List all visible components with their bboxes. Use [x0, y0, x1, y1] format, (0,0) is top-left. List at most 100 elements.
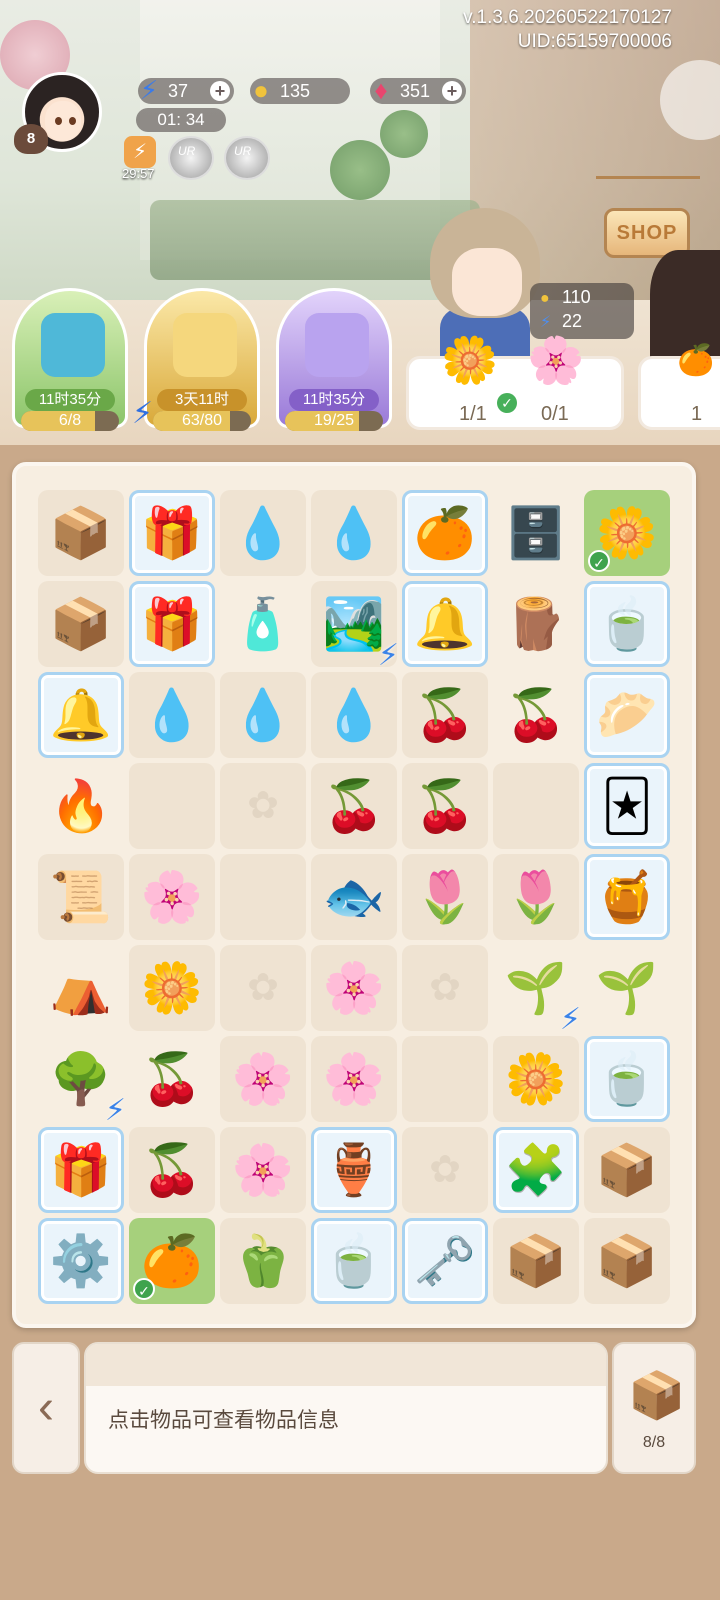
event-planet[interactable]: 11时35分 19/25: [276, 288, 392, 431]
board-item[interactable]: 🍵: [584, 1036, 670, 1122]
board-item[interactable]: 🍵: [584, 581, 670, 667]
board-item[interactable]: 📦: [38, 490, 124, 576]
board-item[interactable]: 🌷: [402, 854, 488, 940]
board-item[interactable]: 🔥: [38, 763, 124, 849]
inventory-button[interactable]: 📦 8/8: [612, 1342, 696, 1474]
board-item[interactable]: 🌷: [493, 854, 579, 940]
item-icon: 🪵: [504, 596, 568, 652]
player-level-badge: 8: [14, 124, 48, 154]
board-item[interactable]: 🌸: [220, 1036, 306, 1122]
board-item[interactable]: 📦: [38, 581, 124, 667]
board-item[interactable]: 🏞️ ⚡: [311, 581, 399, 671]
board-item[interactable]: 💧: [220, 672, 306, 758]
item-icon: 🌸: [231, 1051, 295, 1107]
board-empty-cell[interactable]: [129, 763, 215, 849]
ur-card-slot-2[interactable]: UR: [224, 136, 270, 180]
board-item[interactable]: ✿: [220, 763, 306, 849]
board-item[interactable]: 🪵: [493, 581, 579, 667]
board-item[interactable]: 🍒: [311, 763, 397, 849]
board-item[interactable]: ⛺: [38, 945, 124, 1031]
item-icon: 🍒: [322, 778, 386, 834]
board-item[interactable]: 🌱: [584, 945, 670, 1031]
energy-icon: ⚡: [139, 75, 159, 105]
board-item[interactable]: 🌼: [493, 1036, 579, 1122]
item-icon: 🍒: [413, 687, 477, 743]
board-item[interactable]: 🌸: [311, 1036, 397, 1122]
board-item[interactable]: ⚙️: [38, 1218, 124, 1304]
board-item[interactable]: 🍯: [584, 854, 670, 940]
bolt-icon: ⚡: [104, 1094, 126, 1127]
board-item[interactable]: 🔔: [38, 672, 124, 758]
add-gems-button[interactable]: +: [442, 81, 462, 101]
board-item[interactable]: 🧴: [220, 581, 306, 667]
board-item[interactable]: 💧: [220, 490, 306, 576]
item-icon: ✿: [429, 967, 461, 1009]
board-item[interactable]: 🍊 ✓: [129, 1218, 215, 1304]
board-item[interactable]: 📜: [38, 854, 124, 940]
collapse-button[interactable]: ‹: [12, 1342, 80, 1474]
board-item[interactable]: 🎁: [129, 581, 215, 667]
palace-icon: [173, 313, 237, 377]
board-item[interactable]: 💧: [129, 672, 215, 758]
event-gift-box[interactable]: 11时35分 6/8: [12, 288, 128, 431]
board-item[interactable]: 💧: [311, 490, 397, 576]
board-item[interactable]: ✿: [402, 945, 488, 1031]
energy-boost-icon[interactable]: ⚡: [124, 136, 156, 168]
board-item[interactable]: 📦: [584, 1127, 670, 1213]
board-item[interactable]: 📦: [584, 1218, 670, 1304]
item-icon: 🍒: [504, 687, 568, 743]
ur-card-slot-1[interactable]: UR: [168, 136, 214, 180]
board-item[interactable]: 🌸: [129, 854, 215, 940]
board-item[interactable]: 🔔: [402, 581, 488, 667]
board-item[interactable]: 🎁: [129, 490, 215, 576]
board-item[interactable]: 🥟: [584, 672, 670, 758]
board-item[interactable]: 🗄️: [493, 490, 579, 576]
item-icon: 🔥: [49, 778, 113, 834]
board-item[interactable]: 🍒: [129, 1036, 215, 1122]
board-item[interactable]: 🌳 ⚡: [38, 1036, 126, 1126]
item-icon: 💧: [322, 505, 386, 561]
check-icon: ✓: [588, 550, 610, 572]
item-icon: 🍵: [322, 1233, 386, 1289]
item-icon: 🏞️: [322, 596, 386, 652]
board-item[interactable]: 🍊: [402, 490, 488, 576]
board-item[interactable]: 📦: [493, 1218, 579, 1304]
board-item[interactable]: 🎁: [38, 1127, 124, 1213]
board-item[interactable]: 🍒: [402, 672, 488, 758]
board-item[interactable]: 💧: [311, 672, 397, 758]
board-item[interactable]: 🌼: [129, 945, 215, 1031]
shop-sign-hanger: [596, 176, 700, 206]
board-item[interactable]: 🌸: [311, 945, 397, 1031]
board-item[interactable]: 🌱 ⚡: [493, 945, 581, 1035]
board-item[interactable]: 🍵: [311, 1218, 397, 1304]
item-icon: ✿: [247, 967, 279, 1009]
board-item[interactable]: 🫑: [220, 1218, 306, 1304]
customer-order-card[interactable]: 🌼 🌸 1/1 ✓ 0/1: [406, 334, 624, 430]
item-icon: 📦: [595, 1233, 659, 1289]
board-item[interactable]: 🐟: [311, 854, 397, 940]
board-item[interactable]: 🍒: [493, 672, 579, 758]
board-item[interactable]: 🗝️: [402, 1218, 488, 1304]
board-item[interactable]: 🍒: [402, 763, 488, 849]
board-item[interactable]: 🍒: [129, 1127, 215, 1213]
coin-value: 135: [280, 81, 311, 101]
customer-order-card-2[interactable]: 🍊 1: [638, 344, 720, 430]
item-icon: 🗄️: [504, 505, 568, 561]
item-icon: ✿: [247, 785, 279, 827]
board-item[interactable]: ✿: [402, 1127, 488, 1213]
board-empty-cell[interactable]: [220, 854, 306, 940]
board-item[interactable]: 🃏: [584, 763, 670, 849]
item-icon: 🌱: [504, 960, 568, 1016]
board-item[interactable]: 🧩: [493, 1127, 579, 1213]
board-item[interactable]: 🌸: [220, 1127, 306, 1213]
board-empty-cell[interactable]: [402, 1036, 488, 1122]
gift-box-icon: [41, 313, 105, 377]
event-desert-palace[interactable]: 3天11时 63/80: [144, 288, 260, 431]
board-item[interactable]: 🌼 ✓: [584, 490, 670, 576]
board-item[interactable]: 🏺: [311, 1127, 397, 1213]
board-empty-cell[interactable]: [493, 763, 579, 849]
item-icon: ⚙️: [49, 1233, 113, 1289]
board-item[interactable]: ✿: [220, 945, 306, 1031]
add-energy-button[interactable]: +: [210, 81, 230, 101]
bolt-icon: ⚡: [377, 639, 399, 672]
